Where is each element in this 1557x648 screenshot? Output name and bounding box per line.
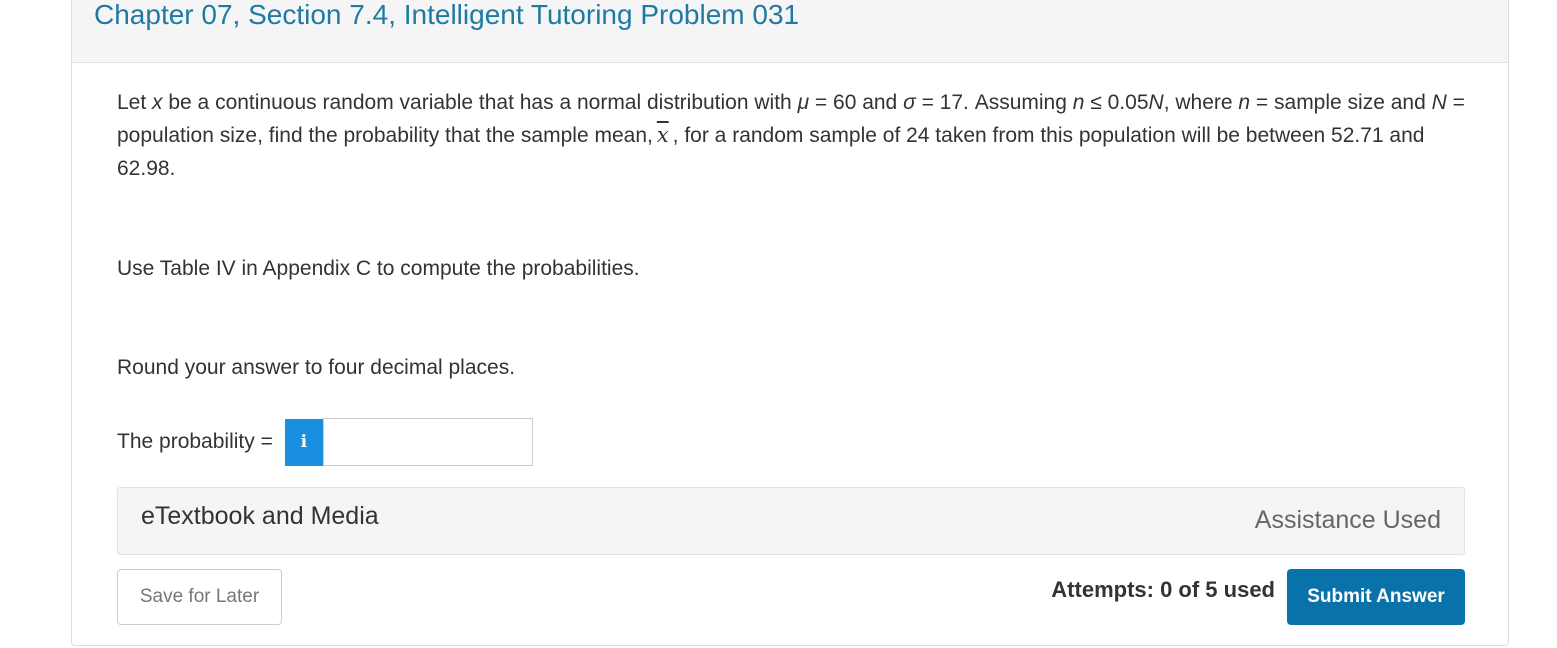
question-text-part: , where — [1163, 91, 1239, 114]
variable-n: n — [1238, 91, 1251, 114]
etextbook-media-panel: eTextbook and Media Assistance Used — [117, 487, 1465, 555]
submit-answer-button[interactable]: Submit Answer — [1287, 569, 1465, 625]
question-text-part: be a continuous random variable that has… — [162, 91, 798, 114]
sample-mean-symbol: x — [656, 123, 669, 147]
table-instruction: Use Table IV in Appendix C to compute th… — [117, 257, 640, 280]
question-text-part: = sample size and — [1250, 91, 1432, 114]
answer-row: The probability = i — [117, 418, 533, 466]
page-title: Chapter 07, Section 7.4, Intelligent Tut… — [94, 0, 800, 30]
variable-N: N — [1431, 91, 1447, 114]
question-card: Chapter 07, Section 7.4, Intelligent Tut… — [71, 0, 1509, 646]
answer-label: The probability = — [117, 430, 273, 453]
rounding-instruction: Round your answer to four decimal places… — [117, 356, 516, 379]
variable-n: n — [1072, 91, 1085, 114]
sigma-symbol: σ — [903, 91, 916, 114]
question-text-part: = 60 and — [809, 91, 904, 114]
mu-symbol: μ — [797, 91, 810, 114]
info-icon[interactable]: i — [284, 418, 323, 466]
question-text: Let x be a continuous random variable th… — [117, 86, 1477, 185]
variable-N: N — [1148, 91, 1164, 114]
etextbook-media-link[interactable]: eTextbook and Media — [141, 502, 379, 531]
question-text-part: = 17. Assuming — [915, 91, 1073, 114]
question-text-part: ≤ 0.05 — [1084, 91, 1149, 114]
card-header: Chapter 07, Section 7.4, Intelligent Tut… — [72, 0, 1508, 63]
answer-input[interactable] — [322, 418, 533, 466]
save-for-later-button[interactable]: Save for Later — [117, 569, 282, 625]
variable-x: x — [152, 91, 163, 114]
question-text-part: Let — [117, 91, 153, 114]
assistance-used-label: Assistance Used — [1254, 506, 1441, 534]
attempts-counter: Attempts: 0 of 5 used — [1051, 577, 1275, 602]
